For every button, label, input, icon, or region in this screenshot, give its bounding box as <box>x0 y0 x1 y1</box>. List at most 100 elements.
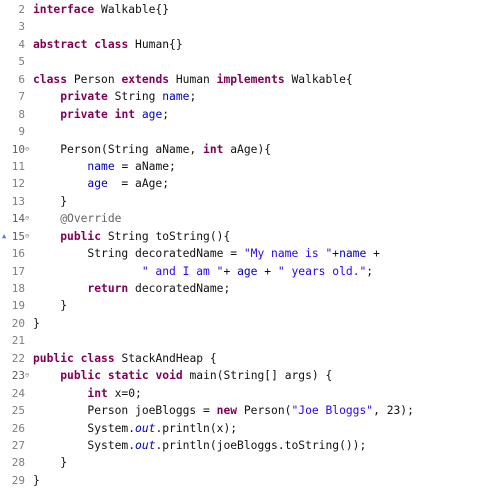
code-text: Person joeBloggs = <box>33 404 217 418</box>
line-number: 7 <box>18 90 25 104</box>
fold-toggle-icon[interactable]: ⊖ <box>25 141 33 158</box>
code-content: public String toString(){ <box>33 228 230 245</box>
line-number: 22 <box>11 351 25 365</box>
annotation-token: @Override <box>60 212 122 226</box>
static-field-token: out <box>135 438 156 452</box>
code-line[interactable]: 27 System.out.println(joeBloggs.toString… <box>0 437 478 454</box>
override-marker-icon[interactable]: ▲ <box>2 228 6 245</box>
code-content: private int age; <box>33 106 169 123</box>
line-number: 18 <box>11 282 25 295</box>
code-line[interactable]: 10 ⊖ Person(String aName, int aAge){ <box>0 141 478 158</box>
line-number: 21 <box>11 334 25 348</box>
code-content: class Person extends Human implements Wa… <box>33 71 353 88</box>
code-line[interactable]: 23 ⊖ public static void main(String[] arg… <box>0 367 478 384</box>
code-line[interactable]: 4 abstract class Human{} <box>0 36 478 53</box>
code-content: private String name; <box>33 88 196 105</box>
field-token: age <box>237 264 258 278</box>
code-content: public static void main(String[] args) { <box>33 367 332 384</box>
fold-toggle-icon[interactable]: ⊖ <box>25 367 33 384</box>
line-number: 20 <box>11 316 25 330</box>
code-line[interactable]: 14 ⊖ @Override <box>0 210 478 227</box>
fold-toggle-icon[interactable]: ⊖ <box>25 210 33 227</box>
code-text: Person(String aName, <box>33 142 204 156</box>
code-line[interactable]: 17 " and I am "+ age + " years old."; <box>0 263 478 280</box>
string-token: "My name is " <box>243 247 333 261</box>
code-line[interactable]: 29} <box>0 472 478 489</box>
code-line[interactable]: 12 age = aAge; <box>0 175 478 192</box>
code-text: } <box>33 194 68 208</box>
code-line[interactable]: 21 <box>0 332 478 349</box>
code-line[interactable]: 5 <box>0 53 478 70</box>
code-line[interactable]: 19 } <box>0 297 478 314</box>
string-token: " years old." <box>277 264 367 278</box>
line-number: 9 <box>18 125 25 139</box>
code-text: Walkable{ <box>284 72 353 86</box>
field-token: name <box>87 159 115 173</box>
keyword-token: public <box>33 351 74 365</box>
code-line[interactable]: 7 private String name; <box>0 88 478 105</box>
keyword-token: public <box>60 229 102 243</box>
code-line[interactable]: 11 name = aName; <box>0 158 478 175</box>
code-text: = aAge; <box>107 177 170 191</box>
string-token: "Joe Bloggs" <box>291 404 374 418</box>
code-line[interactable]: 18 return decoratedName; <box>0 280 478 297</box>
code-text: Person( <box>237 404 292 418</box>
code-text: + <box>366 247 380 261</box>
code-content: abstract class Human{} <box>33 36 183 53</box>
keyword-token: class <box>94 37 129 51</box>
code-line[interactable]: 15 ▲ ⊖ public String toString(){ <box>0 228 478 245</box>
code-line[interactable]: 9 <box>0 123 478 140</box>
line-number: 5 <box>18 55 25 69</box>
code-line[interactable]: 16 String decoratedName = "My name is " +… <box>0 245 478 262</box>
line-number: 4 <box>18 37 25 51</box>
code-content: } <box>33 472 40 489</box>
code-line[interactable]: 6 class Person extends Human implements W… <box>0 71 478 88</box>
code-content: int x=0; <box>33 385 142 402</box>
keyword-token: return <box>87 282 129 295</box>
code-line[interactable]: 3 <box>0 18 478 35</box>
code-text: ; <box>366 264 374 278</box>
code-line[interactable]: 20} <box>0 315 478 332</box>
code-text: String <box>107 90 163 104</box>
line-number: 19 <box>11 299 25 313</box>
keyword-token: int <box>87 386 108 400</box>
code-line[interactable]: 26 System.out.println(x); <box>0 420 478 437</box>
code-line[interactable]: 13 } <box>0 193 478 210</box>
code-line[interactable]: 24 int x=0; <box>0 385 478 402</box>
keyword-token: extends <box>121 72 170 86</box>
code-text: x=0; <box>107 386 142 400</box>
code-line[interactable]: 25 Person joeBloggs = new Person("Joe Bl… <box>0 402 478 419</box>
fold-toggle-icon[interactable]: ⊖ <box>25 228 33 245</box>
code-line[interactable]: 8 private int age; <box>0 106 478 123</box>
code-content: } <box>33 193 67 210</box>
line-number: 10 <box>11 142 25 156</box>
code-editor[interactable]: 2 interface Walkable{} 3 4 abstract class Hu… <box>0 0 478 487</box>
code-text: , 23); <box>373 404 414 418</box>
code-text: Human <box>169 72 217 86</box>
keyword-token: static <box>107 369 149 383</box>
line-number: 26 <box>11 421 25 435</box>
code-text: main(String[] args) { <box>182 369 333 383</box>
line-number: 24 <box>11 386 25 400</box>
keyword-token: private <box>60 107 108 121</box>
code-text: } <box>33 316 40 330</box>
line-number: 3 <box>18 20 25 34</box>
keyword-token: new <box>216 404 238 418</box>
string-token: " and I am " <box>141 264 224 278</box>
line-number: 12 <box>11 177 25 191</box>
code-content: interface Walkable{} <box>33 1 169 18</box>
code-content: } <box>33 297 67 314</box>
code-text: System. <box>33 438 136 452</box>
code-line[interactable]: 22 public class StackAndHeap { <box>0 350 478 367</box>
line-number: 13 <box>11 194 25 208</box>
line-number: 14 <box>11 212 25 226</box>
line-number: 8 <box>18 107 25 121</box>
code-text: Human{} <box>128 37 183 51</box>
code-line[interactable]: 2 interface Walkable{} <box>0 1 478 18</box>
